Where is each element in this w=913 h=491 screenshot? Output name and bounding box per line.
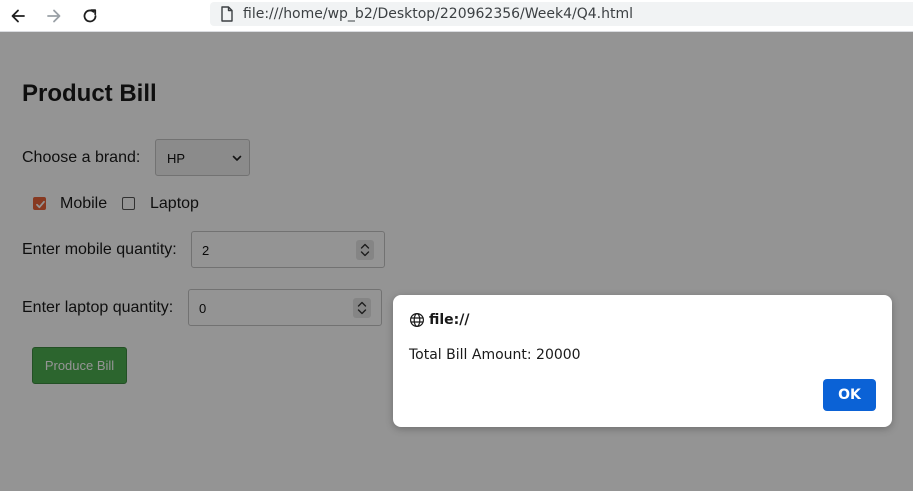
browser-toolbar: file:///home/wp_b2/Desktop/220962356/Wee… xyxy=(0,0,913,32)
arrow-right-icon xyxy=(47,9,61,23)
ok-button[interactable]: OK xyxy=(823,379,876,411)
reload-button[interactable] xyxy=(77,3,103,29)
arrow-left-icon xyxy=(11,9,25,23)
address-bar[interactable]: file:///home/wp_b2/Desktop/220962356/Wee… xyxy=(210,2,913,26)
globe-icon xyxy=(409,312,425,328)
url-text: file:///home/wp_b2/Desktop/220962356/Wee… xyxy=(243,6,634,22)
page-icon[interactable] xyxy=(218,5,236,23)
back-button[interactable] xyxy=(5,3,31,29)
dialog-message: Total Bill Amount: 20000 xyxy=(409,347,581,363)
dialog-origin: file:// xyxy=(429,312,470,328)
reload-icon xyxy=(83,9,97,23)
forward-button[interactable] xyxy=(41,3,67,29)
alert-dialog: file:// Total Bill Amount: 20000 OK xyxy=(393,295,892,427)
